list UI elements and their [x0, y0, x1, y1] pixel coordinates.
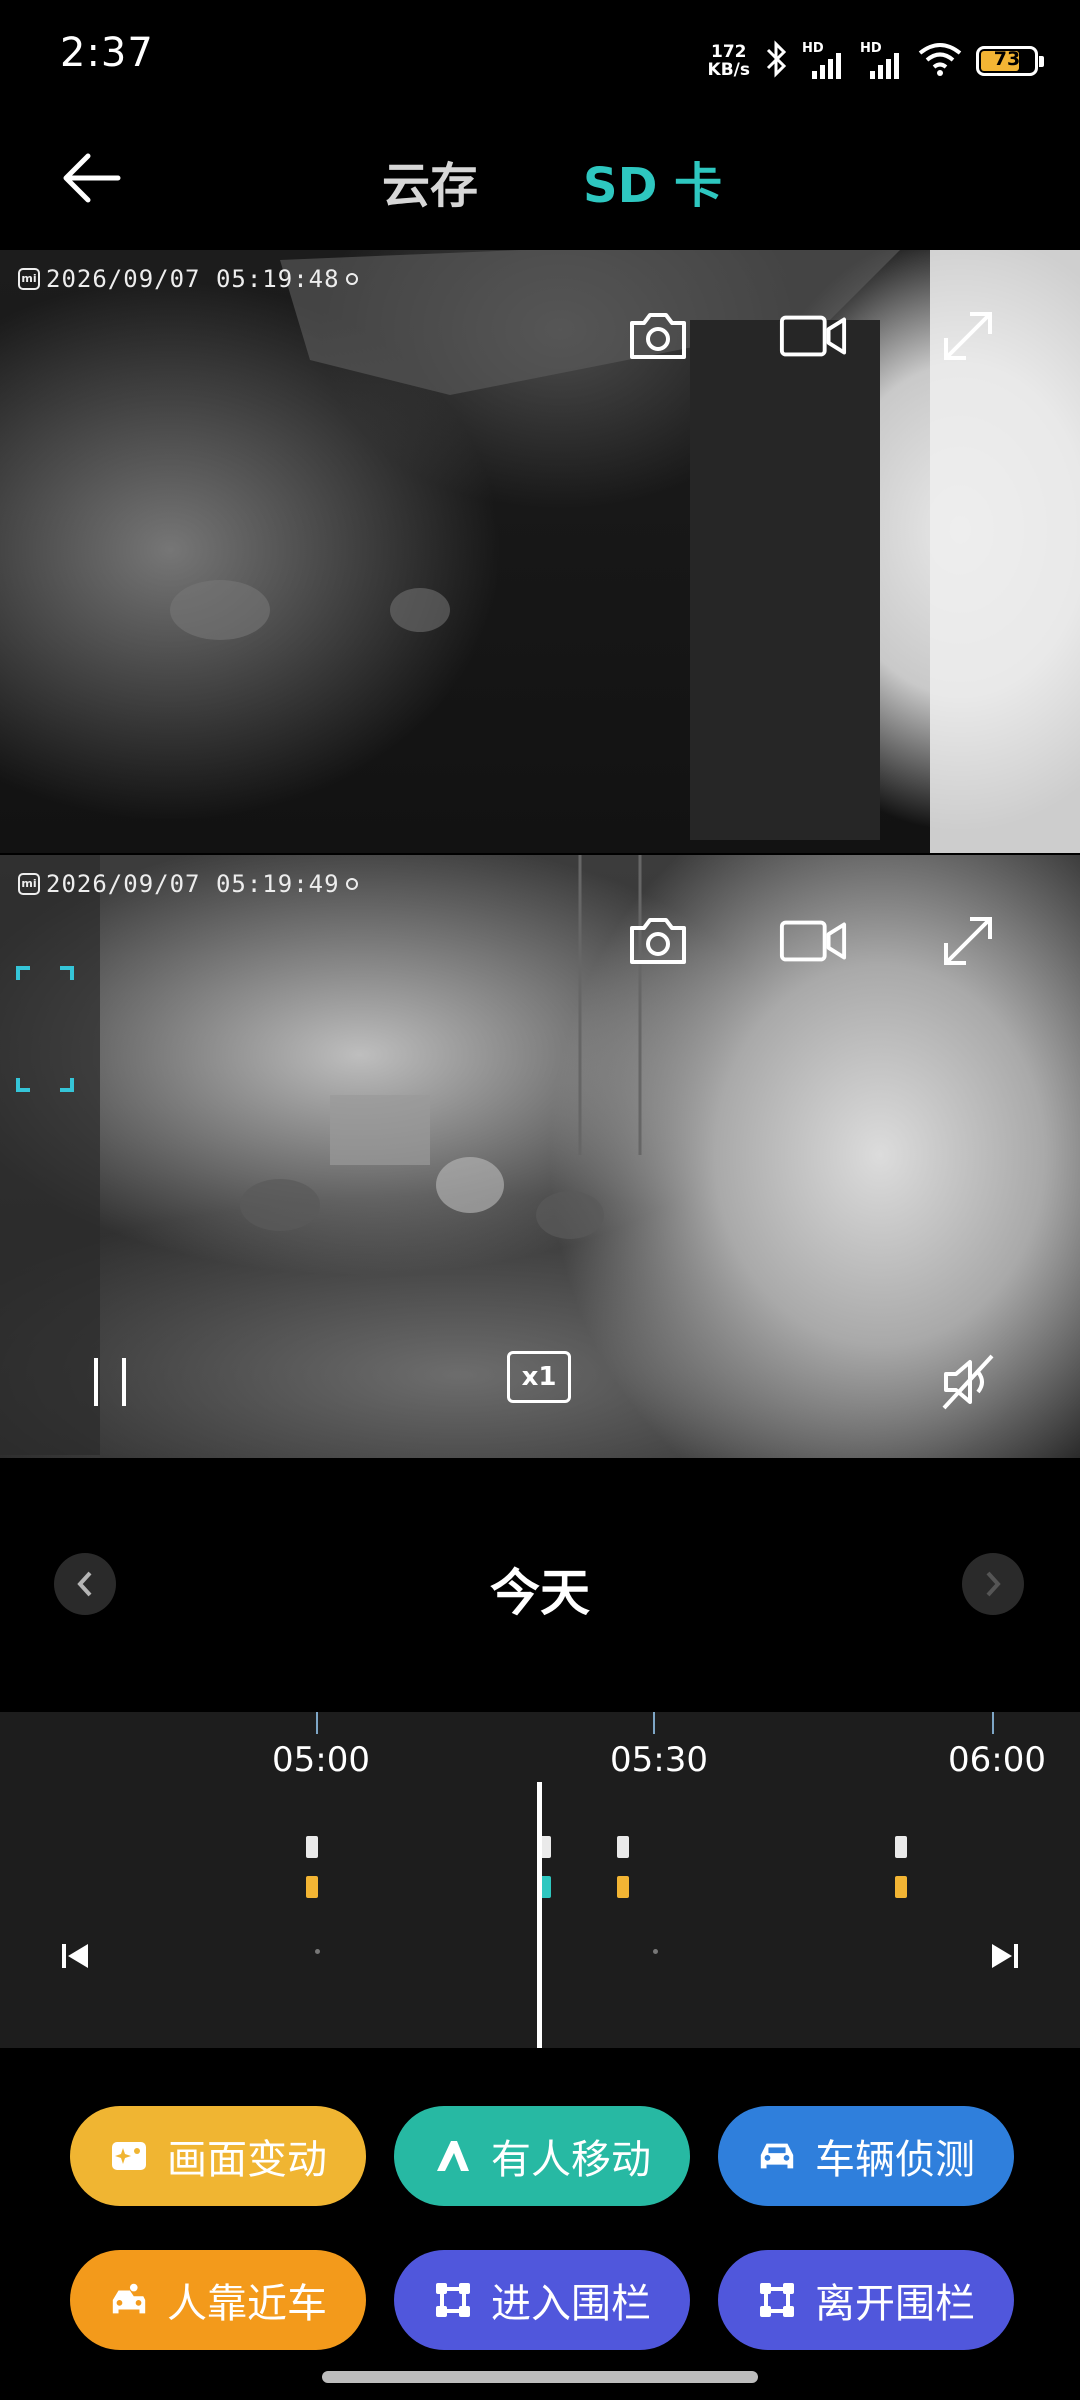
timeline-dot: [315, 1949, 320, 1954]
camera-video-1[interactable]: mi 2026/09/07 05:19:48: [0, 250, 1080, 853]
timeline-dot: [653, 1949, 658, 1954]
fence-icon: [433, 2280, 473, 2320]
video-frame-1-image: [170, 250, 1080, 853]
record-dot-icon: [345, 878, 358, 890]
status-time: 2:37: [60, 30, 154, 76]
skip-previous-button[interactable]: [56, 1936, 96, 1976]
camera-icon: [630, 918, 686, 964]
screenshot-button[interactable]: [623, 906, 693, 976]
camera-video-2[interactable]: mi 2026/09/07 05:19:49 x1: [0, 855, 1080, 1458]
mute-button[interactable]: [933, 1347, 1003, 1417]
pause-button[interactable]: [75, 1347, 145, 1417]
filter-enter-fence-label: 进入围栏: [491, 2281, 651, 2327]
playback-speed-button[interactable]: x1: [507, 1351, 571, 1403]
filter-vehicle-button[interactable]: 车辆侦测: [718, 2106, 1014, 2206]
network-speed: 172 KB/s: [708, 43, 750, 79]
filter-vehicle-label: 车辆侦测: [815, 2137, 975, 2183]
timeline-event-marker[interactable]: [895, 1836, 907, 1858]
skip-next-icon: [992, 1944, 1018, 1968]
timeline-tick-label: 05:30: [610, 1740, 708, 1780]
filter-person-near-car-label: 人靠近车: [167, 2281, 327, 2327]
timeline-event-marker[interactable]: [895, 1876, 907, 1898]
wifi-icon: [918, 41, 962, 81]
mi-logo: mi: [18, 873, 40, 895]
filter-person-button[interactable]: 有人移动: [394, 2106, 690, 2206]
video-2-timestamp-watermark: mi 2026/09/07 05:19:49: [18, 870, 358, 898]
car-icon: [757, 2136, 797, 2176]
bluetooth-icon: [764, 40, 788, 82]
filter-leave-fence-button[interactable]: 离开围栏: [718, 2250, 1014, 2350]
skip-next-button[interactable]: [984, 1936, 1024, 1976]
filter-motion-label: 画面变动: [167, 2137, 327, 2183]
person-detection-box: [16, 966, 74, 1092]
record-dot-icon: [345, 273, 358, 285]
filter-enter-fence-button[interactable]: 进入围栏: [394, 2250, 690, 2350]
video-camera-icon: [779, 920, 847, 962]
status-icons: 172 KB/s HD HD 73: [708, 36, 1044, 86]
fence-icon: [757, 2280, 797, 2320]
pause-icon: [94, 1358, 126, 1406]
chevron-right-icon: [986, 1571, 1001, 1597]
tab-cloud-storage[interactable]: 云存: [382, 146, 478, 216]
video-camera-icon: [779, 315, 847, 357]
network-speed-value: 172: [711, 42, 747, 62]
filter-leave-fence-label: 离开围栏: [815, 2281, 975, 2327]
home-indicator[interactable]: [322, 2371, 758, 2383]
timeline-tick: [316, 1712, 318, 1734]
timeline[interactable]: 05:00 05:30 06:00: [0, 1712, 1080, 2048]
date-label: 今天: [490, 1564, 590, 1622]
timeline-tick: [653, 1712, 655, 1734]
record-video-button[interactable]: [778, 301, 848, 371]
expand-icon: [944, 312, 992, 360]
timeline-tick: [992, 1712, 994, 1734]
image-sparkle-icon: [109, 2136, 149, 2176]
filter-person-label: 有人移动: [491, 2137, 651, 2183]
timeline-tick-label: 06:00: [948, 1740, 1046, 1780]
timeline-event-marker[interactable]: [617, 1836, 629, 1858]
network-speed-unit: KB/s: [707, 60, 750, 80]
person-car-icon: [109, 2280, 149, 2320]
timeline-event-marker[interactable]: [306, 1836, 318, 1858]
fullscreen-button[interactable]: [933, 906, 1003, 976]
filter-person-near-car-button[interactable]: 人靠近车: [70, 2250, 366, 2350]
camera-icon: [630, 313, 686, 359]
timeline-event-marker[interactable]: [617, 1876, 629, 1898]
person-walking-icon: [433, 2136, 473, 2176]
back-button[interactable]: [60, 148, 130, 208]
video-1-timestamp-watermark: mi 2026/09/07 05:19:48: [18, 265, 358, 293]
mi-logo: mi: [18, 268, 40, 290]
battery-level: 73: [993, 48, 1021, 70]
speaker-muted-icon: [942, 1354, 994, 1410]
tab-sd-card[interactable]: SD 卡: [583, 146, 722, 216]
next-day-button[interactable]: [962, 1553, 1024, 1615]
cellular-signal-2-icon: HD: [860, 41, 904, 81]
fullscreen-button[interactable]: [933, 301, 1003, 371]
cellular-signal-1-icon: HD: [802, 41, 846, 81]
battery-icon: 73: [976, 46, 1044, 76]
filter-motion-button[interactable]: 画面变动: [70, 2106, 366, 2206]
video-2-timestamp: 2026/09/07 05:19:49: [46, 870, 340, 898]
skip-previous-icon: [62, 1944, 88, 1968]
timeline-event-marker[interactable]: [306, 1876, 318, 1898]
screenshot-button[interactable]: [623, 301, 693, 371]
record-video-button[interactable]: [778, 906, 848, 976]
video-1-timestamp: 2026/09/07 05:19:48: [46, 265, 340, 293]
timeline-tick-label: 05:00: [272, 1740, 370, 1780]
arrow-left-icon: [63, 153, 121, 203]
expand-icon: [944, 917, 992, 965]
timeline-playhead[interactable]: [537, 1782, 542, 2048]
